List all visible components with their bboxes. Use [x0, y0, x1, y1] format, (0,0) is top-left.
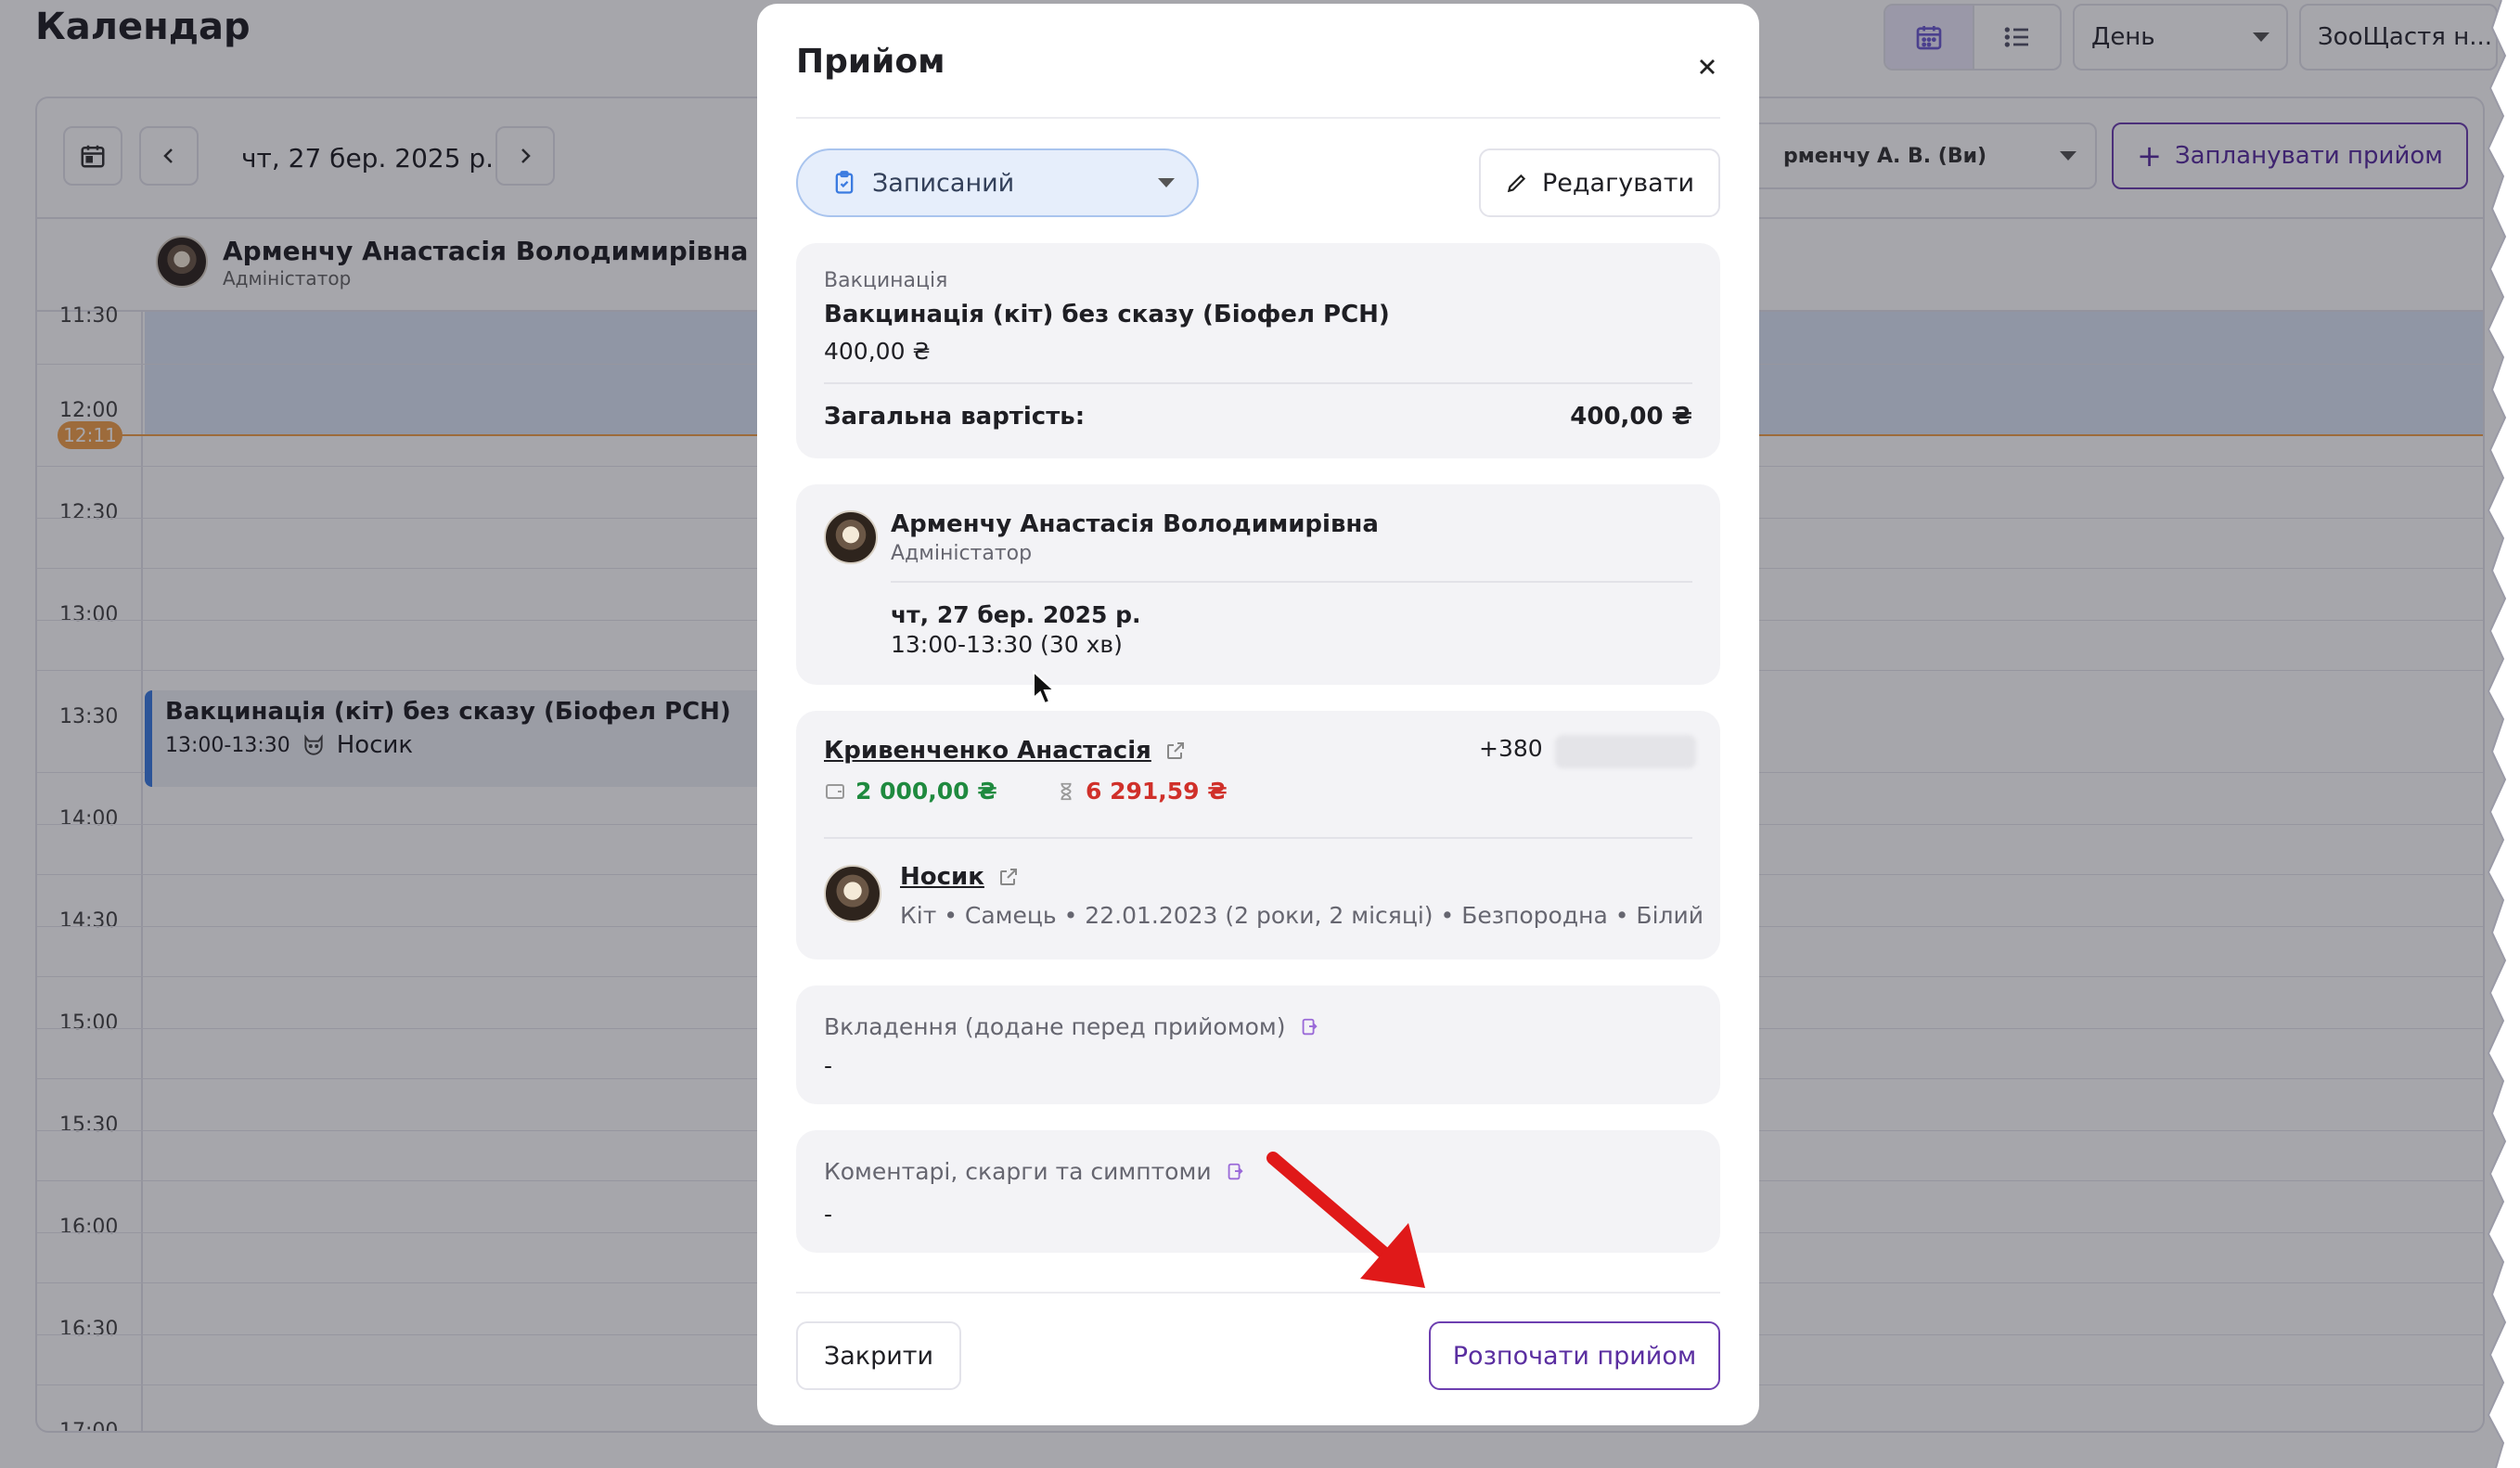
edit-button[interactable]: Редагувати	[1479, 148, 1720, 217]
annotation-arrow-icon	[1266, 1152, 1425, 1288]
appointment-time: 13:00-13:30 (30 хв)	[891, 631, 1123, 658]
balance-value: 2 000,00 ₴	[855, 778, 997, 805]
wallet-icon	[826, 783, 844, 799]
chevron-down-icon	[1158, 178, 1175, 187]
edit-label: Редагувати	[1541, 168, 1694, 198]
service-name: Вакцинація (кіт) без сказу (Біофел PCH)	[824, 301, 1390, 328]
pencil-icon	[1507, 174, 1526, 193]
client-card: Кривенченко Анастасія +380 2 000,00 ₴ 6 …	[796, 711, 1720, 959]
hourglass-icon	[1061, 782, 1072, 800]
comments-card: Коментарі, скарги та симптоми -	[796, 1130, 1720, 1253]
start-appointment-button[interactable]: Розпочати прийом	[1429, 1321, 1720, 1390]
total-label: Загальна вартість:	[824, 403, 1086, 431]
service-card: Вакцинація Вакцинація (кіт) без сказу (Б…	[796, 243, 1720, 458]
appointment-date: чт, 27 бер. 2025 р.	[891, 601, 1141, 628]
mouse-cursor-icon	[1033, 670, 1057, 705]
external-link-icon[interactable]	[1164, 740, 1187, 762]
external-link-icon[interactable]	[997, 866, 1020, 888]
phone-redacted	[1555, 735, 1696, 768]
modal-divider	[796, 1292, 1720, 1294]
client-row: Кривенченко Анастасія	[824, 737, 1187, 765]
comments-header: Коментарі, скарги та симптоми	[824, 1158, 1245, 1185]
attachments-header: Вкладення (додане перед прийомом)	[824, 1013, 1319, 1040]
comments-label: Коментарі, скарги та симптоми	[824, 1158, 1212, 1185]
copy-icon[interactable]	[1225, 1160, 1245, 1184]
pet-name-link[interactable]: Носик	[900, 863, 984, 891]
pet-details: Кіт • Самець • 22.01.2023 (2 роки, 2 міс…	[900, 902, 1704, 929]
doctor-card: Арменчу Анастасія Володимирівна Адмініст…	[796, 484, 1720, 685]
client-debt: 6 291,59 ₴	[1056, 778, 1228, 805]
total-value: 400,00 ₴	[1570, 403, 1692, 431]
torn-edge	[2487, 0, 2520, 1468]
copy-icon[interactable]	[1299, 1015, 1319, 1039]
close-icon[interactable]	[1694, 54, 1720, 80]
modal-title: Прийом	[796, 43, 945, 81]
attachments-label: Вкладення (додане перед прийомом)	[824, 1013, 1286, 1040]
close-button[interactable]: Закрити	[796, 1321, 961, 1390]
status-value: Записаний	[872, 168, 1015, 198]
doctor-role: Адміністатор	[891, 542, 1033, 565]
appointment-modal: Прийом Записаний Редагувати Вакцинація В…	[757, 4, 1759, 1425]
attachments-value: -	[824, 1052, 833, 1079]
service-category: Вакцинація	[824, 269, 948, 292]
service-price: 400,00 ₴	[824, 338, 931, 365]
app-root: Календар День ЗооЩастя н... чт, 27 бер. …	[0, 0, 2520, 1468]
clipboard-check-icon	[835, 171, 854, 194]
modal-divider	[796, 117, 1720, 119]
pet-avatar	[824, 865, 881, 922]
card-divider	[824, 837, 1692, 839]
status-select[interactable]: Записаний	[796, 148, 1199, 217]
debt-value: 6 291,59 ₴	[1086, 778, 1228, 805]
client-balance: 2 000,00 ₴	[824, 778, 997, 805]
card-divider	[891, 581, 1692, 583]
doctor-name: Арменчу Анастасія Володимирівна	[891, 510, 1379, 538]
card-divider	[824, 382, 1692, 384]
attachments-card: Вкладення (додане перед прийомом) -	[796, 985, 1720, 1104]
client-phone-prefix: +380	[1479, 735, 1543, 762]
doctor-avatar	[824, 510, 878, 564]
comments-value: -	[824, 1201, 833, 1228]
client-name-link[interactable]: Кривенченко Анастасія	[824, 737, 1151, 765]
pet-row: Носик	[900, 863, 1020, 891]
